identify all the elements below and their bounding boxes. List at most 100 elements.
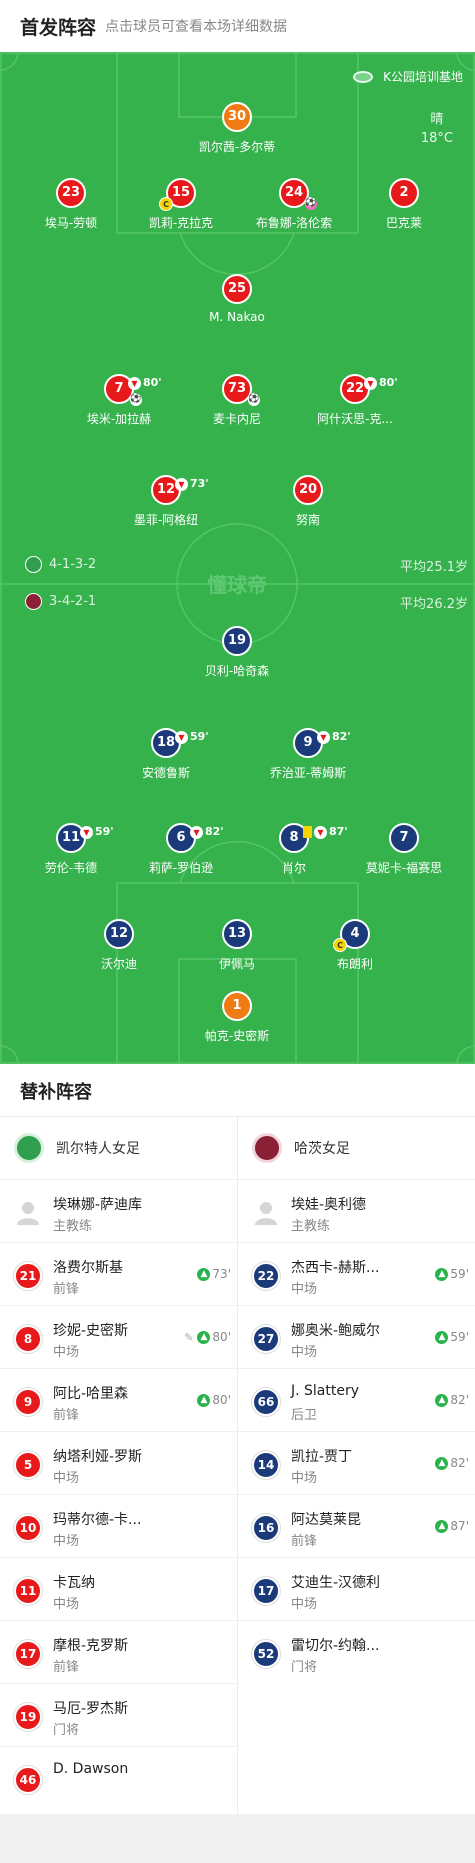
weather-condition: 晴 <box>430 112 444 127</box>
away-sub-row[interactable]: 17 艾迪生-汉德利 中场 <box>238 1557 475 1620</box>
player-name: 努南 <box>295 513 320 527</box>
sub-in-time: ▲ 82' <box>435 1456 469 1470</box>
player-home-12[interactable]: 12 ▼ 73' 墨菲-阿格纽 <box>101 475 231 528</box>
player-home-7[interactable]: 7 ⚽ ▼ 80' 埃米-加拉赫 <box>54 374 184 427</box>
sub-number: 19 <box>14 1703 42 1731</box>
away-subs-column: 哈茨女足 埃娃-奥利德 主教练 22 杰西卡-赫斯... 中场 ▲ 59' 27 … <box>238 1117 475 1815</box>
player-away-7[interactable]: 7 莫妮卡-福赛思 <box>339 823 469 876</box>
coach-avatar-icon <box>255 1202 277 1225</box>
coach-role: 主教练 <box>53 1219 93 1234</box>
home-sub-row[interactable]: 9 阿比-哈里森 前锋 ▲ 80' <box>0 1368 237 1431</box>
sub-number: 9 <box>14 1388 42 1416</box>
player-home-30[interactable]: 30 凯尔茜-多尔蒂 <box>172 102 302 155</box>
sub-position: 后卫 <box>291 1408 318 1423</box>
home-coach-row[interactable]: 埃琳娜-萨迪库 主教练 <box>0 1179 237 1242</box>
sub-name: 阿达莫莱昆 <box>291 1512 361 1528</box>
player-home-15[interactable]: 15 C 凯莉-克拉克 <box>116 178 246 231</box>
sub-name: 卡瓦纳 <box>53 1575 95 1591</box>
away-sub-row[interactable]: 14 凯拉-贾丁 中场 ▲ 82' <box>238 1431 475 1494</box>
away-sub-row[interactable]: 66 J. Slattery 后卫 ▲ 82' <box>238 1368 475 1431</box>
home-sub-row[interactable]: 8 珍妮-史密斯 中场 ✎ ▲ 80' <box>0 1305 237 1368</box>
away-sub-row[interactable]: 16 阿达莫莱昆 前锋 ▲ 87' <box>238 1494 475 1557</box>
away-coach-row[interactable]: 埃娃-奥利德 主教练 <box>238 1179 475 1242</box>
home-sub-row[interactable]: 5 纳塔利娅-罗斯 中场 <box>0 1431 237 1494</box>
sub-position: 前锋 <box>53 1408 80 1423</box>
coach-avatar-icon <box>17 1202 39 1225</box>
player-away-12[interactable]: 12 沃尔迪 <box>54 919 184 972</box>
player-home-22[interactable]: 22 ▼ 80' 阿什沃思-克... <box>290 374 420 427</box>
sub-off-icon: ▼ <box>190 825 203 839</box>
sub-off-marker: ▼ 59' <box>175 724 209 750</box>
stadium-icon <box>353 70 374 83</box>
player-home-25[interactable]: 25 M. Nakao <box>172 274 302 324</box>
sub-off-marker: ▼ 80' <box>364 370 398 396</box>
player-number: 12 <box>104 919 134 949</box>
player-away-1[interactable]: 1 帕克-史密斯 <box>172 991 302 1044</box>
watermark: 懂球帝 <box>207 573 267 597</box>
player-away-19[interactable]: 19 贝利-哈奇森 <box>172 626 302 679</box>
player-home-73[interactable]: 73 ⚽ 麦卡内尼 <box>172 374 302 427</box>
sub-name: D. Dawson <box>53 1761 129 1777</box>
hearts-logo-icon <box>25 593 42 610</box>
sub-in-time: ▲ 59' <box>435 1267 469 1281</box>
sub-off-marker: ▼ 80' <box>128 370 162 396</box>
player-home-2[interactable]: 2 巴克莱 <box>339 178 469 231</box>
sub-position: 中场 <box>291 1597 318 1612</box>
sub-name: 珍妮-史密斯 <box>53 1323 129 1339</box>
home-sub-row[interactable]: 10 玛蒂尔德-卡... 中场 <box>0 1494 237 1557</box>
captain-badge: C <box>159 197 173 211</box>
player-away-18[interactable]: 18 ▼ 59' 安德鲁斯 <box>101 728 231 781</box>
player-home-20[interactable]: 20 努南 <box>243 475 373 528</box>
goal-icon: ⚽ <box>248 394 260 406</box>
player-name: 安德鲁斯 <box>141 766 190 780</box>
sub-in-icon: ▲ <box>435 1519 449 1533</box>
sub-off-icon: ▼ <box>364 376 377 390</box>
celtic-logo-icon <box>14 1133 44 1163</box>
sub-name: 艾迪生-汉德利 <box>291 1575 381 1591</box>
player-number: 1 <box>222 991 252 1021</box>
venue-name: K公园培训基地 <box>383 70 463 84</box>
home-sub-row[interactable]: 21 洛费尔斯基 前锋 ▲ 73' <box>0 1242 237 1305</box>
sub-position: 门将 <box>291 1660 318 1675</box>
sub-position: 中场 <box>53 1597 80 1612</box>
home-sub-row[interactable]: 46 D. Dawson <box>0 1746 237 1809</box>
home-sub-row[interactable]: 11 卡瓦纳 中场 <box>0 1557 237 1620</box>
player-number: 13 <box>222 919 252 949</box>
home-sub-row[interactable]: 19 马厄-罗杰斯 门将 <box>0 1683 237 1746</box>
sub-in-time: ▲ 82' <box>435 1393 469 1407</box>
away-sub-row[interactable]: 52 雷切尔-约翰... 门将 <box>238 1620 475 1683</box>
sub-number: 17 <box>14 1640 42 1668</box>
player-number: 2 <box>389 178 419 208</box>
home-formation: 4-1-3-2 <box>25 556 96 573</box>
away-sub-row[interactable]: 27 娜奥米-鲍威尔 中场 ▲ 59' <box>238 1305 475 1368</box>
sub-name: 阿比-哈里森 <box>53 1386 129 1402</box>
home-team-name: 凯尔特人女足 <box>56 1141 140 1157</box>
sub-number: 21 <box>14 1262 42 1290</box>
sub-off-marker: ▼ 73' <box>175 471 209 497</box>
player-away-9[interactable]: 9 ▼ 82' 乔治亚-蒂姆斯 <box>243 728 373 781</box>
sub-position: 前锋 <box>291 1534 318 1549</box>
home-team-header[interactable]: 凯尔特人女足 <box>0 1117 237 1179</box>
sub-position: 门将 <box>53 1723 80 1738</box>
player-away-6[interactable]: 6 ▼ 82' 莉萨-罗伯逊 <box>116 823 246 876</box>
home-sub-row[interactable]: 17 摩根-克罗斯 前锋 <box>0 1620 237 1683</box>
pitch: 懂球帝 K公园培训基地 晴 18°C 30 凯尔茜-多尔蒂 23 埃马-劳顿 1… <box>0 52 475 1064</box>
sub-off-icon: ▼ <box>80 825 93 839</box>
sub-position: 前锋 <box>53 1660 80 1675</box>
sub-in-icon: ▲ <box>435 1267 449 1281</box>
player-number: 7 <box>114 381 124 396</box>
player-away-4[interactable]: 4C 布朗利 <box>290 919 420 972</box>
sub-in-icon: ▲ <box>435 1456 449 1470</box>
away-sub-row[interactable]: 22 杰西卡-赫斯... 中场 ▲ 59' <box>238 1242 475 1305</box>
player-name: 墨菲-阿格纽 <box>133 513 199 527</box>
sub-in-time: ▲ 80' <box>197 1393 231 1407</box>
sub-position: 中场 <box>291 1282 318 1297</box>
player-name: M. Nakao <box>209 310 265 324</box>
sub-name: 杰西卡-赫斯... <box>291 1260 380 1276</box>
player-away-13[interactable]: 13 伊佩马 <box>172 919 302 972</box>
player-name: 贝利-哈奇森 <box>204 664 270 678</box>
sub-in-time: ▲ 87' <box>435 1519 469 1533</box>
player-number: 24 <box>284 185 304 200</box>
away-team-header[interactable]: 哈茨女足 <box>238 1117 475 1179</box>
sub-off-icon: ▼ <box>175 477 188 491</box>
